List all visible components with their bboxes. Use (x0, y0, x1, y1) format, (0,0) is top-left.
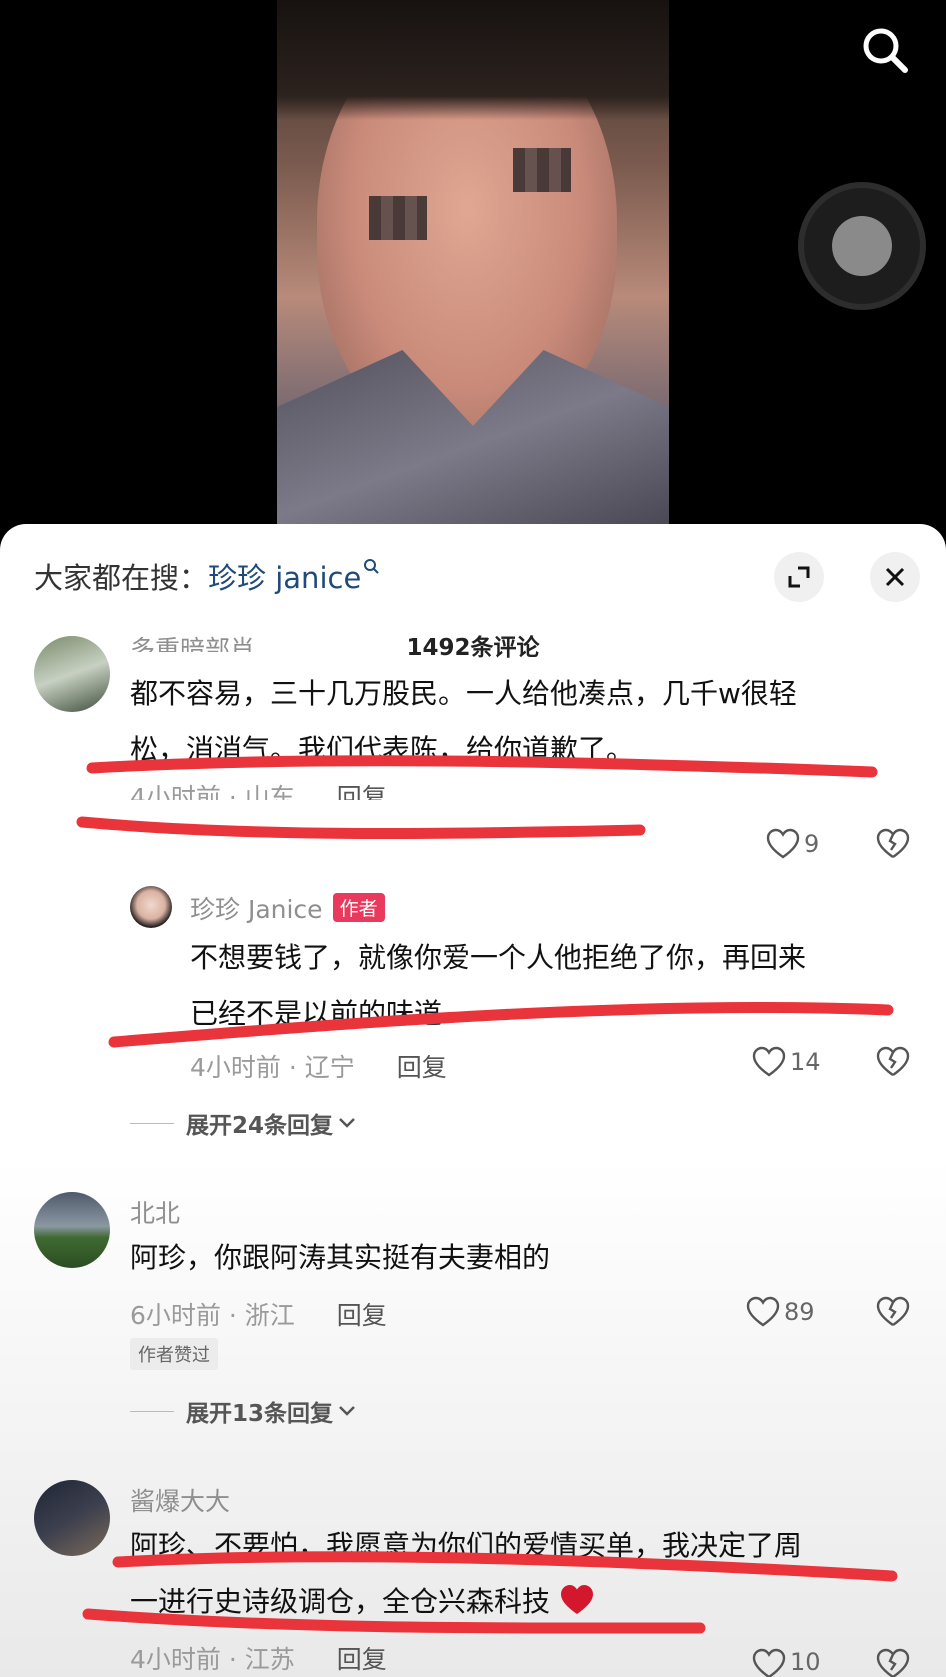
small-search-icon (363, 558, 380, 579)
search-suggestion[interactable]: 大家都在搜： 珍珍 janice (34, 555, 380, 597)
eye-blur-left (369, 196, 427, 240)
broken-heart-icon[interactable] (876, 1648, 910, 1677)
reply-text-line: 不想要钱了，就像你爱一个人他拒绝了你，再回来 (190, 941, 807, 974)
avatar[interactable] (34, 1480, 110, 1556)
close-icon[interactable] (870, 552, 920, 602)
chevron-down-icon (339, 1406, 355, 1416)
video-area[interactable] (0, 0, 946, 560)
reply-button[interactable]: 回复 (337, 1645, 387, 1674)
comment-location: 山东 (244, 783, 295, 800)
expand-replies-button[interactable]: 展开24条回复 (130, 1106, 357, 1140)
search-hint-label: 大家都在搜： (34, 561, 209, 595)
comment-text-line: 阿珍、不要怕，我愿意为你们的爱情买单，我决定了周 (130, 1529, 803, 1562)
comment-location: 江苏 (244, 1645, 295, 1674)
comment-meta: 6小时前 · 浙江 回复 (130, 1301, 387, 1330)
comment-time: 4小时前 (130, 1645, 221, 1674)
reply-username-text[interactable]: 珍珍 Janice (190, 895, 323, 924)
comment-text-line: 松，消消气。我们代表陈，给你道歉了。 (130, 733, 635, 766)
comment-username[interactable]: 酱爆大大 (130, 1482, 230, 1518)
comment-location: 浙江 (244, 1301, 295, 1330)
heart-icon (766, 828, 800, 859)
like-count: 89 (784, 1298, 815, 1326)
heart-icon (746, 1296, 780, 1327)
like-button[interactable]: 9 (766, 828, 819, 860)
hair-image (277, 0, 669, 120)
expand-replies-button[interactable]: 展开13条回复 (130, 1394, 357, 1428)
chevron-down-icon (339, 1118, 355, 1128)
search-icon[interactable] (857, 22, 913, 78)
record-button[interactable] (798, 182, 926, 310)
reply-text-line: 已经不是以前的味道 (190, 997, 443, 1030)
comment-text-line: 一进行史诗级调仓，全仓兴森科技 (130, 1574, 595, 1630)
comment-meta: 4小时前 · 江苏 回复 (130, 1645, 387, 1674)
reply-button[interactable]: 回复 (397, 1053, 447, 1082)
avatar[interactable] (34, 1192, 110, 1268)
comment-text-segment: 一进行史诗级调仓，全仓兴森科技 (130, 1585, 551, 1618)
comment-username[interactable]: 多重暗部肖 (130, 632, 255, 652)
expand-replies-label: 展开13条回复 (186, 1401, 334, 1427)
reply-button[interactable]: 回复 (337, 783, 387, 800)
like-count: 10 (790, 1648, 821, 1676)
reply-meta: 4小时前 · 辽宁 回复 (190, 1053, 447, 1082)
reply-time: 4小时前 (190, 1053, 281, 1082)
comment-username[interactable]: 北北 (130, 1194, 180, 1230)
eye-blur-right (513, 148, 571, 192)
heart-icon (752, 1648, 786, 1677)
like-count: 14 (790, 1048, 821, 1076)
reply-location: 辽宁 (304, 1053, 355, 1082)
comment-meta: 4小时前 · 山东 回复 (130, 778, 387, 800)
like-button[interactable]: 89 (746, 1296, 815, 1328)
search-hint-term[interactable]: 珍珍 janice (208, 555, 361, 597)
red-heart-emoji (560, 1585, 593, 1614)
like-count: 9 (804, 830, 820, 858)
broken-heart-icon[interactable] (876, 828, 910, 864)
reply-button[interactable]: 回复 (337, 1301, 387, 1330)
comment-time: 6小时前 (130, 1301, 221, 1330)
comment-time: 4小时前 (130, 783, 221, 800)
like-button[interactable]: 14 (752, 1046, 821, 1078)
author-badge: 作者 (332, 893, 385, 922)
divider-line (130, 1410, 174, 1412)
divider-line (130, 1122, 174, 1124)
expand-replies-label: 展开24条回复 (186, 1113, 334, 1139)
comments-panel: 大家都在搜： 珍珍 janice 1492条评论 多重暗部肖 都不容易，三十几万… (0, 524, 946, 1677)
like-button[interactable]: 10 (752, 1648, 821, 1677)
reply-username[interactable]: 珍珍 Janice 作者 (190, 890, 385, 926)
author-liked-badge: 作者赞过 (130, 1338, 218, 1370)
avatar[interactable] (34, 636, 110, 712)
author-avatar[interactable] (130, 886, 172, 928)
heart-icon (752, 1046, 786, 1077)
broken-heart-icon[interactable] (876, 1046, 910, 1082)
comment-text-line: 都不容易，三十几万股民。一人给他凑点，几千w很轻 (130, 677, 797, 710)
collapse-icon[interactable] (774, 552, 824, 602)
video-frame (277, 0, 669, 540)
comment-text-line: 阿珍，你跟阿涛其实挺有夫妻相的 (130, 1241, 551, 1274)
broken-heart-icon[interactable] (876, 1296, 910, 1332)
